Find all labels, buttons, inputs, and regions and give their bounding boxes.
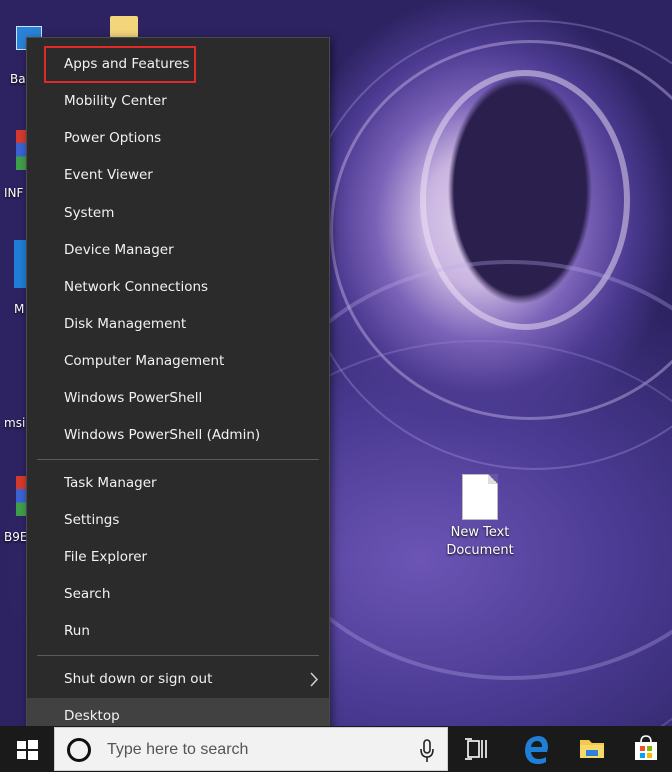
windows-logo-icon: [17, 740, 38, 760]
file-explorer-button[interactable]: [566, 726, 618, 772]
setup-file-icon: [16, 130, 26, 170]
menu-item-mobility-center[interactable]: Mobility Center: [27, 83, 329, 120]
chevron-right-icon: [310, 672, 319, 687]
task-view-button[interactable]: [452, 726, 504, 772]
menu-item-run[interactable]: Run: [27, 613, 329, 650]
microsoft-store-button[interactable]: [620, 726, 672, 772]
taskbar: Type here to search: [0, 726, 672, 772]
desktop-icon-label: B9E: [4, 530, 28, 544]
desktop-icon-new-text-document[interactable]: New Text Document: [440, 474, 520, 560]
menu-item-event-viewer[interactable]: Event Viewer: [27, 157, 329, 194]
folder-icon: [110, 16, 138, 38]
menu-item-windows-powershell-admin[interactable]: Windows PowerShell (Admin): [27, 417, 329, 454]
menu-item-apps-and-features[interactable]: Apps and Features: [44, 46, 196, 83]
search-placeholder: Type here to search: [107, 741, 249, 758]
store-bag-icon: [635, 735, 657, 760]
cortana-icon: [67, 738, 91, 762]
menu-separator: [37, 459, 319, 460]
edge-button[interactable]: [510, 726, 562, 772]
desktop-icon-label: INF: [4, 186, 24, 200]
menu-item-network-connections[interactable]: Network Connections: [27, 269, 329, 306]
menu-item-file-explorer[interactable]: File Explorer: [27, 539, 329, 576]
menu-item-disk-management[interactable]: Disk Management: [27, 306, 329, 343]
menu-item-device-manager[interactable]: Device Manager: [27, 232, 329, 269]
edge-browser-icon: [525, 736, 548, 764]
desktop-icon-label: New Text Document: [446, 525, 514, 558]
setup-file-icon: [16, 476, 26, 516]
text-document-icon: [462, 474, 498, 520]
task-view-icon: [465, 738, 487, 760]
desktop-icon-label: msi: [4, 416, 26, 430]
desktop-icon-label: M: [14, 302, 25, 316]
winx-context-menu: Apps and Features Mobility Center Power …: [26, 37, 330, 740]
menu-item-shut-down-or-sign-out[interactable]: Shut down or sign out: [27, 661, 329, 698]
taskbar-search-box[interactable]: Type here to search: [54, 727, 448, 771]
menu-item-search[interactable]: Search: [27, 576, 329, 613]
menu-item-label: Shut down or sign out: [64, 671, 213, 687]
menu-item-task-manager[interactable]: Task Manager: [27, 465, 329, 502]
menu-item-computer-management[interactable]: Computer Management: [27, 343, 329, 380]
microphone-icon[interactable]: [419, 738, 435, 764]
menu-item-settings[interactable]: Settings: [27, 502, 329, 539]
start-button[interactable]: [0, 726, 54, 772]
menu-item-system[interactable]: System: [27, 195, 329, 232]
menu-separator: [37, 655, 319, 656]
folder-icon: [580, 740, 604, 758]
menu-item-windows-powershell[interactable]: Windows PowerShell: [27, 380, 329, 417]
menu-item-power-options[interactable]: Power Options: [27, 120, 329, 157]
